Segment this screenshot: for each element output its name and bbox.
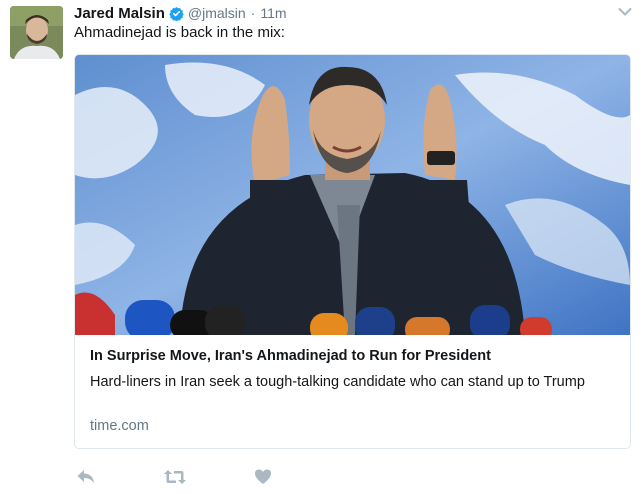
tweet-timestamp[interactable]: 11m	[260, 5, 286, 21]
heart-icon[interactable]	[254, 468, 278, 488]
link-card[interactable]: In Surprise Move, Iran's Ahmadinejad to …	[74, 54, 631, 449]
card-image[interactable]	[75, 55, 630, 335]
tweet-text: Ahmadinejad is back in the mix:	[74, 24, 285, 41]
avatar-photo	[10, 6, 63, 59]
tweet-header: Jared Malsin @jmalsin · 11m	[74, 3, 287, 23]
author-handle[interactable]: @jmalsin	[188, 5, 246, 21]
author-name[interactable]: Jared Malsin	[74, 5, 165, 22]
retweet-icon[interactable]	[163, 468, 187, 488]
header-separator: ·	[250, 5, 256, 21]
tweet: Jared Malsin @jmalsin · 11m Ahmadinejad …	[0, 0, 644, 494]
news-photo	[75, 55, 630, 335]
reply-icon[interactable]	[76, 468, 100, 488]
card-domain: time.com	[90, 418, 149, 434]
card-title[interactable]: In Surprise Move, Iran's Ahmadinejad to …	[90, 347, 620, 365]
avatar[interactable]	[10, 6, 63, 59]
chevron-down-icon[interactable]	[618, 4, 632, 16]
card-description: Hard-liners in Iran seek a tough-talking…	[90, 374, 585, 390]
verified-badge-icon	[169, 6, 184, 21]
